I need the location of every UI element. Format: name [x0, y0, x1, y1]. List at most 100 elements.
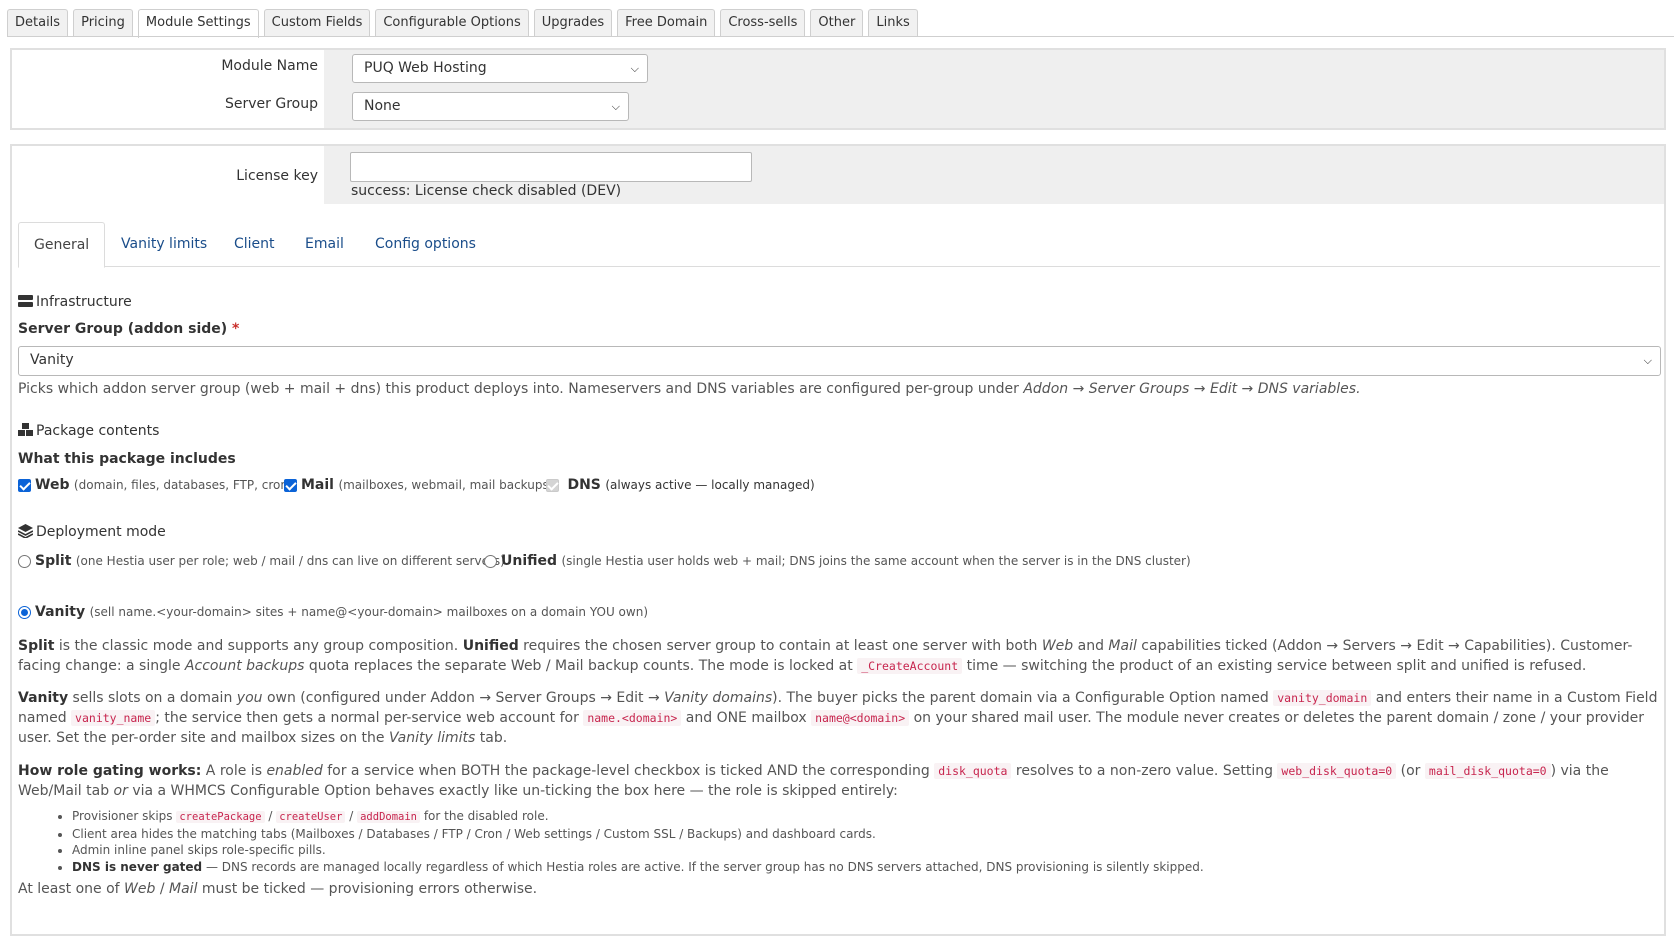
unified-radio[interactable]: [484, 554, 497, 568]
subtab-vanity-limits[interactable]: Vanity limits: [121, 222, 207, 267]
tab-module-settings[interactable]: Module Settings: [137, 9, 259, 38]
bullet1-text: for the disabled role.: [420, 809, 549, 823]
para3-heading: How role gating works:: [18, 763, 202, 779]
bullet3-text: Admin inline panel skips role-specific p…: [72, 843, 326, 857]
code-create-account: _CreateAccount: [857, 658, 963, 674]
footer-mail: Mail: [169, 881, 198, 897]
mail-checkbox[interactable]: [284, 478, 297, 492]
deployment-mode-heading-text: Deployment mode: [36, 524, 166, 540]
server-group-value: None: [364, 98, 401, 114]
tab-links[interactable]: Links: [868, 9, 918, 36]
para2-text: and ONE mailbox: [681, 710, 812, 726]
dns-note: (always active — locally managed): [605, 478, 815, 492]
para2-vanity-limits: Vanity limits: [388, 730, 476, 746]
para2-text: ). The buyer picks the parent domain via…: [772, 690, 1274, 706]
tab-cross-sells[interactable]: Cross-sells: [720, 9, 806, 36]
para1-text: requires the chosen server group to cont…: [518, 638, 1042, 654]
layers-icon: [18, 524, 33, 538]
tab-details[interactable]: Details: [7, 9, 69, 36]
tab-free-domain[interactable]: Free Domain: [617, 9, 716, 36]
bullet2-text: Client area hides the matching tabs (Mai…: [72, 826, 876, 841]
para2-text: ; the service then gets a normal per-ser…: [155, 710, 584, 726]
server-icon: [18, 295, 33, 307]
config-subtabs: General Vanity limits Client Email Confi…: [18, 222, 1660, 268]
vanity-explanation: Vanity sells slots on a domain you own (…: [18, 688, 1662, 748]
subtab-email[interactable]: Email: [305, 222, 344, 267]
web-checkbox-row[interactable]: Web (domain, files, databases, FTP, cron…: [18, 477, 293, 493]
para1-mail: Mail: [1108, 638, 1137, 654]
tab-pricing[interactable]: Pricing: [73, 9, 133, 36]
split-radio-row[interactable]: Split (one Hestia user per role; web / m…: [18, 553, 505, 569]
code-name-at-domain: name@<domain>: [811, 710, 910, 726]
license-key-input[interactable]: [350, 152, 752, 182]
code-mail-disk-quota: mail_disk_quota=0: [1424, 763, 1551, 779]
para2-you: you: [236, 690, 263, 706]
para2-text: sells slots on a domain: [68, 690, 237, 706]
para2-text: own (configured under Addon → Server Gro…: [262, 690, 665, 706]
chevron-down-icon: ⌵: [1643, 354, 1652, 367]
code-add-domain: addDomain: [357, 811, 421, 823]
vanity-radio[interactable]: [18, 605, 31, 619]
module-name-label: Module Name: [221, 58, 318, 74]
split-unified-explanation: Split is the classic mode and supports a…: [18, 636, 1662, 676]
para3-enabled: enabled: [266, 763, 323, 779]
para3-text: for a service when BOTH the package-leve…: [322, 763, 935, 779]
split-radio[interactable]: [18, 554, 31, 568]
subtab-general[interactable]: General: [18, 222, 106, 268]
code-vanity-domain: vanity_domain: [1273, 690, 1372, 706]
mail-checkbox-row[interactable]: Mail (mailboxes, webmail, mail backups): [284, 477, 553, 493]
module-settings-panel: Module Name PUQ Web Hosting ⌵ Server Gro…: [10, 48, 1666, 130]
split-label: Split: [35, 553, 72, 569]
subtab-config-options[interactable]: Config options: [375, 222, 476, 267]
tab-other[interactable]: Other: [810, 9, 864, 36]
license-key-label: License key: [236, 168, 318, 184]
para1-text: quota replaces the separate Web / Mail b…: [304, 658, 858, 674]
package-contents-heading-text: Package contents: [36, 423, 160, 439]
bullet1-sep: /: [264, 809, 277, 823]
para2-text: tab.: [475, 730, 508, 746]
code-create-user: createUser: [276, 811, 346, 823]
vanity-radio-row[interactable]: Vanity (sell name.<your-domain> sites + …: [18, 604, 648, 620]
para3-or: or: [113, 783, 128, 799]
server-group-help: Picks which addon server group (web + ma…: [18, 381, 1361, 397]
vanity-label: Vanity: [35, 604, 86, 620]
infrastructure-heading: Infrastructure: [18, 294, 132, 310]
required-mark: *: [232, 321, 240, 337]
server-group-select[interactable]: None ⌵: [352, 92, 629, 121]
para1-text: is the classic mode and supports any gro…: [54, 638, 463, 654]
footer-text: must be ticked — provisioning errors oth…: [197, 881, 538, 897]
package-contents-heading: Package contents: [18, 423, 159, 439]
bullet4-bold: DNS is never gated: [72, 859, 203, 874]
web-checkbox[interactable]: [18, 478, 31, 492]
unified-note: (single Hestia user holds web + mail; DN…: [561, 554, 1191, 568]
web-note: (domain, files, databases, FTP, cron): [73, 478, 293, 492]
tab-custom-fields[interactable]: Custom Fields: [263, 9, 371, 36]
addon-server-group-value: Vanity: [30, 352, 74, 368]
module-name-select[interactable]: PUQ Web Hosting ⌵: [352, 54, 648, 83]
para1-split: Split: [18, 638, 55, 654]
server-group-help-path: Addon → Server Groups → Edit → DNS varia…: [1023, 381, 1361, 397]
server-group-addon-label: Server Group (addon side) *: [18, 321, 239, 337]
role-gating-explanation: How role gating works: A role is enabled…: [18, 761, 1662, 801]
license-status: success: License check disabled (DEV): [351, 183, 622, 199]
tab-upgrades[interactable]: Upgrades: [533, 9, 613, 36]
unified-radio-row[interactable]: Unified (single Hestia user holds web + …: [484, 553, 1191, 569]
vanity-note: (sell name.<your-domain> sites + name@<y…: [89, 605, 648, 619]
footer-web: Web: [124, 881, 156, 897]
para2-vanity-domains: Vanity domains: [664, 690, 773, 706]
code-web-disk-quota: web_disk_quota=0: [1277, 763, 1397, 779]
para3-text: via a WHMCS Configurable Option behaves …: [127, 783, 898, 799]
bullet1-sep: /: [345, 809, 358, 823]
module-name-value: PUQ Web Hosting: [364, 60, 487, 76]
subtab-client[interactable]: Client: [234, 222, 275, 267]
footer-sep: /: [155, 881, 170, 897]
dns-checkbox: [546, 478, 559, 492]
addon-server-group-select[interactable]: Vanity ⌵: [18, 346, 1661, 376]
list-item: Provisioner skips createPackage / create…: [72, 808, 1204, 826]
unified-label: Unified: [501, 553, 558, 569]
server-group-help-text: Picks which addon server group (web + ma…: [18, 381, 1024, 397]
code-name-domain: name.<domain>: [583, 710, 682, 726]
web-label: Web: [35, 477, 70, 493]
split-note: (one Hestia user per role; web / mail / …: [75, 554, 505, 568]
tab-configurable-options[interactable]: Configurable Options: [375, 9, 529, 36]
